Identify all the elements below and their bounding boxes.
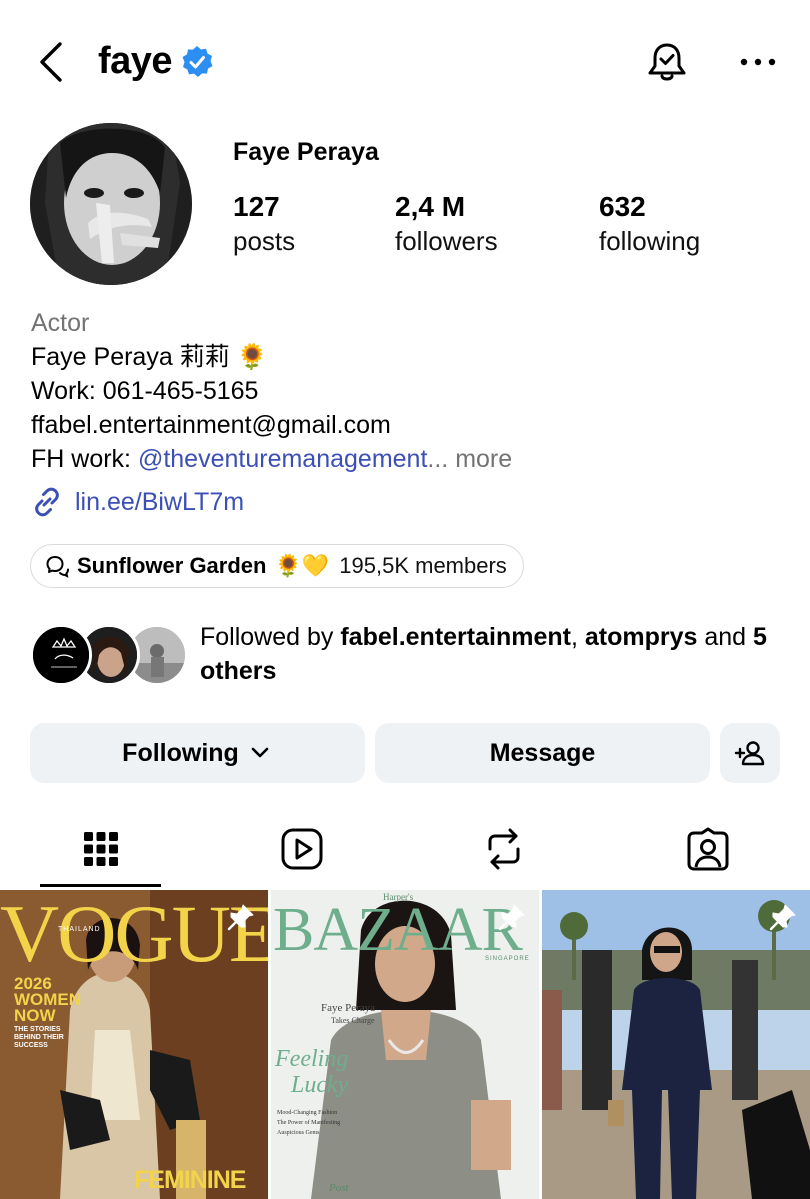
stat-followers[interactable]: 2,4 M followers [395, 190, 498, 258]
followed-by-avatars[interactable] [30, 624, 190, 688]
profile-bio: Actor Faye Peraya 莉莉 🌻 Work: 061-465-516… [31, 306, 791, 476]
more-options-icon [740, 58, 776, 66]
bio-line-fh-work: FH work: @theventuremanagement... more [31, 442, 791, 476]
stat-following-label: following [599, 226, 701, 256]
post-thumbnail-2[interactable]: Harper's BAZAAR SINGAPORE Faye Peraya Ta… [271, 890, 539, 1199]
stat-followers-label: followers [395, 226, 498, 256]
more-options-button[interactable] [738, 50, 778, 74]
stat-following-number: 632 [599, 191, 646, 222]
post-1-cover-teaser: THE STORIES BEHIND THEIR SUCCESS [14, 1026, 64, 1050]
post-2-teaser-3: Auspicious Gems [277, 1130, 320, 1136]
followed-by-user-1[interactable]: fabel.entertainment [340, 623, 571, 651]
post-thumbnail-1[interactable]: VOGUE THAILAND 2026 WOMEN NOW THE STORIE… [0, 890, 268, 1199]
post-2-headline-2: Lucky [291, 1072, 349, 1098]
tab-reposts[interactable] [444, 810, 564, 888]
reels-icon [281, 828, 323, 870]
pin-icon [498, 904, 525, 931]
post-1-cover-line-5: BEHIND THEIR [14, 1034, 64, 1041]
post-thumbnail-3[interactable] [542, 890, 810, 1199]
profile-link-text: lin.ee/BiwLT7m [75, 487, 245, 516]
message-button-label: Message [489, 738, 596, 767]
post-1-cover-line-6: SUCCESS [14, 1042, 48, 1049]
tab-reels[interactable] [242, 810, 362, 888]
top-bar: faye [0, 0, 810, 120]
post-2-headline-1: Feeling [275, 1046, 349, 1072]
post-2-teaser-1: Mood-Changing Fashion [277, 1110, 338, 1116]
add-person-icon [734, 741, 765, 766]
post-2-feature-sub: Takes Charge [331, 1016, 375, 1025]
channel-emoji: 🌻💛 [274, 553, 330, 578]
stat-posts-number: 127 [233, 191, 280, 222]
posts-grid: VOGUE THAILAND 2026 WOMEN NOW THE STORIE… [0, 890, 810, 1199]
notifications-button[interactable] [644, 40, 690, 86]
followed-by-prefix: Followed by [200, 623, 341, 651]
bio-line-name: Faye Peraya 莉莉 🌻 [31, 343, 268, 371]
post-2-teaser-2: The Power of Manifesting [277, 1120, 341, 1126]
message-button[interactable]: Message [375, 723, 710, 783]
followed-by-text[interactable]: Followed by fabel.entertainment, atompry… [200, 620, 790, 688]
post-1-cover-line-3: NOW [14, 1006, 56, 1025]
verified-badge-icon [180, 45, 214, 79]
following-button[interactable]: Following [30, 723, 365, 783]
post-3-photo [542, 890, 810, 1199]
notification-bell-icon [648, 43, 686, 81]
stat-following[interactable]: 632 following [599, 190, 700, 258]
back-chevron-icon [40, 42, 62, 82]
link-icon [35, 487, 59, 517]
pin-icon [227, 904, 254, 931]
bio-more-button[interactable]: more [448, 445, 512, 473]
suggested-users-button[interactable] [720, 723, 780, 783]
post-1-cover-lines: 2026 WOMEN NOW [14, 975, 81, 1025]
post-1-cover-line-4: THE STORIES [14, 1026, 61, 1033]
profile-display-name: Faye Peraya [233, 138, 379, 166]
profile-username: faye [98, 40, 173, 82]
post-2-teasers: Mood-Changing Fashion The Power of Manif… [277, 1108, 340, 1138]
followed-by-user-2[interactable]: atomprys [585, 623, 698, 651]
post-1-edition: THAILAND [58, 926, 101, 933]
stat-posts[interactable]: 127 posts [233, 190, 295, 258]
bio-line-email: ffabel.entertainment@gmail.com [31, 411, 391, 439]
bio-fh-prefix: FH work: [31, 445, 138, 473]
broadcast-channel-pill[interactable]: Sunflower Garden 🌻💛 195,5K members [30, 544, 524, 588]
grid-icon [84, 832, 118, 866]
stat-posts-label: posts [233, 226, 296, 256]
bio-ellipsis: ... [427, 445, 449, 473]
post-2-feature-name: Faye Peraya [321, 1002, 376, 1014]
reposts-icon [488, 828, 520, 870]
bio-mention-link[interactable]: @theventuremanagement [138, 445, 427, 473]
profile-tabs [0, 810, 810, 890]
pin-icon [769, 904, 796, 931]
chevron-down-icon [251, 747, 269, 758]
stat-followers-number: 2,4 M [395, 191, 466, 222]
tab-posts-grid[interactable] [41, 810, 161, 888]
post-2-bottom-text: Post [329, 1182, 349, 1194]
channel-name: Sunflower Garden [77, 553, 267, 578]
post-1-bottom-text: FEMININE [134, 1166, 246, 1194]
post-2-edition: SINGAPORE [485, 956, 530, 962]
bio-category: Actor [31, 309, 90, 337]
post-2-headline: Feeling Lucky [275, 1046, 348, 1098]
bio-line-work-phone: Work: 061-465-5165 [31, 377, 259, 405]
tab-tagged[interactable] [648, 810, 768, 888]
follower-avatar-1 [30, 624, 92, 686]
back-button[interactable] [32, 38, 72, 86]
followed-by-separator: , [570, 623, 585, 651]
tagged-icon [687, 827, 729, 871]
broadcast-channel-icon [46, 556, 69, 578]
profile-avatar[interactable] [30, 123, 192, 285]
following-button-label: Following [122, 738, 239, 767]
followed-by-middle: and [697, 623, 754, 651]
channel-members: 195,5K members [339, 553, 507, 578]
active-tab-indicator [40, 884, 161, 887]
profile-link[interactable]: lin.ee/BiwLT7m [31, 484, 244, 520]
